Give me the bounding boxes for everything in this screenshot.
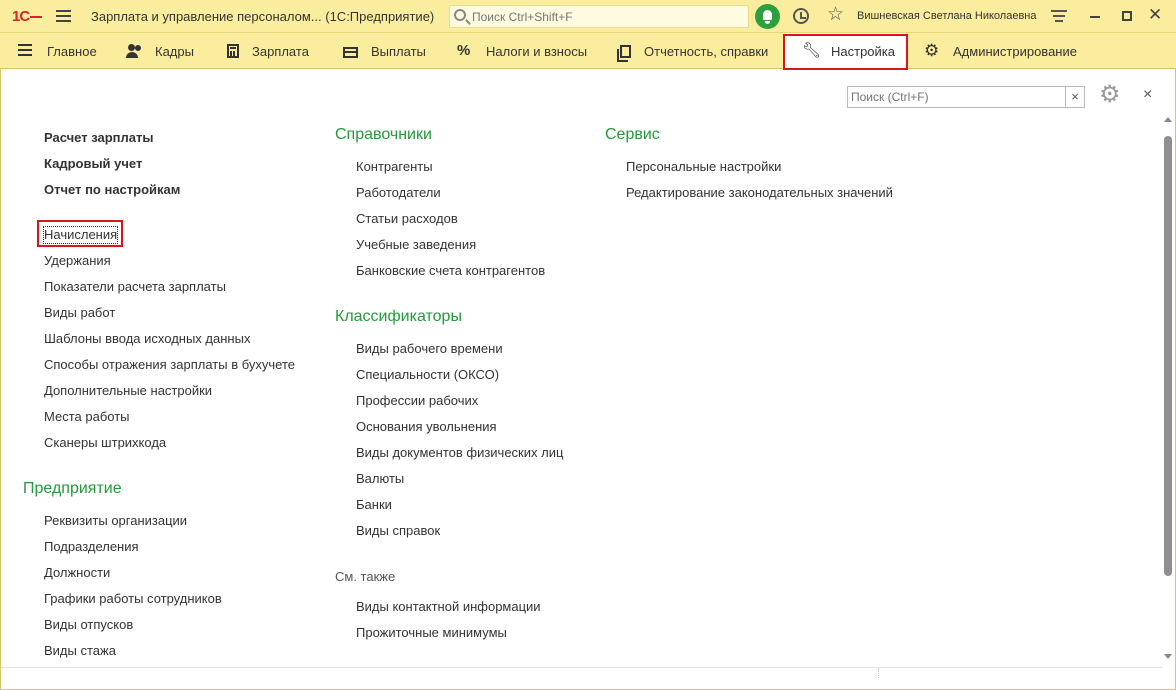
close-window-icon[interactable]: ✕ bbox=[1148, 5, 1162, 25]
link-input-templates[interactable]: Шаблоны ввода исходных данных bbox=[44, 331, 250, 347]
link-payroll-indicators[interactable]: Показатели расчета зарплаты bbox=[44, 279, 226, 295]
search-icon bbox=[454, 9, 466, 21]
history-icon[interactable] bbox=[793, 8, 809, 24]
link-counterparties[interactable]: Контрагенты bbox=[356, 159, 433, 175]
link-vacation-types[interactable]: Виды отпусков bbox=[44, 617, 133, 633]
link-additional-settings[interactable]: Дополнительные настройки bbox=[44, 383, 212, 399]
settings-highlight-frame bbox=[783, 34, 908, 70]
link-work-types[interactable]: Виды работ bbox=[44, 305, 115, 321]
scrollbar-thumb[interactable] bbox=[1164, 136, 1172, 576]
link-dismissal-reasons[interactable]: Основания увольнения bbox=[356, 419, 497, 435]
link-counterparty-bank-accounts[interactable]: Банковские счета контрагентов bbox=[356, 263, 545, 279]
link-workplaces[interactable]: Места работы bbox=[44, 409, 130, 425]
sections-panel: Главное Кадры Зарплата Выплаты % Налоги … bbox=[0, 33, 1176, 69]
global-search-input[interactable] bbox=[472, 8, 742, 25]
app-logo[interactable]: 1С bbox=[12, 8, 43, 25]
link-seniority-types[interactable]: Виды стажа bbox=[44, 643, 116, 659]
header-enterprise: Предприятие bbox=[23, 480, 122, 497]
link-deductions[interactable]: Удержания bbox=[44, 253, 111, 269]
panel-settings-gear-icon[interactable]: ⚙ bbox=[1099, 82, 1121, 108]
section-taxes[interactable]: % Налоги и взносы bbox=[457, 33, 587, 69]
section-main[interactable]: Главное bbox=[18, 33, 97, 69]
link-expense-items[interactable]: Статьи расходов bbox=[356, 211, 458, 227]
wallet-icon bbox=[343, 46, 358, 58]
maximize-icon[interactable] bbox=[1122, 11, 1132, 21]
minimize-icon[interactable] bbox=[1090, 16, 1100, 18]
link-contact-info-types[interactable]: Виды контактной информации bbox=[356, 599, 541, 615]
link-personal-settings[interactable]: Персональные настройки bbox=[626, 159, 781, 175]
link-hr-accounting[interactable]: Кадровый учет bbox=[44, 156, 142, 172]
header-classifiers: Классификаторы bbox=[335, 308, 462, 325]
link-banks[interactable]: Банки bbox=[356, 497, 392, 513]
link-settings-report[interactable]: Отчет по настройкам bbox=[44, 182, 180, 198]
reports-icon bbox=[617, 44, 631, 62]
section-label: Зарплата bbox=[252, 43, 309, 59]
link-person-document-types[interactable]: Виды документов физических лиц bbox=[356, 445, 563, 461]
link-employers[interactable]: Работодатели bbox=[356, 185, 441, 201]
section-label: Администрирование bbox=[953, 43, 1077, 59]
percent-icon: % bbox=[457, 42, 471, 59]
scroll-down-arrow-icon[interactable] bbox=[1164, 654, 1172, 659]
link-departments[interactable]: Подразделения bbox=[44, 539, 139, 555]
section-label: Выплаты bbox=[371, 43, 426, 59]
link-currencies[interactable]: Валюты bbox=[356, 471, 404, 487]
panel-search-input[interactable] bbox=[847, 86, 1066, 108]
menu-icon bbox=[18, 44, 34, 58]
notification-bell-icon[interactable] bbox=[755, 4, 780, 29]
user-name[interactable]: Вишневская Светлана Николаевна bbox=[857, 10, 1037, 22]
link-positions[interactable]: Должности bbox=[44, 565, 110, 581]
bottom-divider bbox=[0, 667, 1162, 668]
link-educational-institutions[interactable]: Учебные заведения bbox=[356, 237, 476, 253]
link-payroll-calc[interactable]: Расчет зарплаты bbox=[44, 130, 153, 146]
link-worker-professions[interactable]: Профессии рабочих bbox=[356, 393, 478, 409]
link-org-details[interactable]: Реквизиты организации bbox=[44, 513, 187, 529]
section-staff[interactable]: Кадры bbox=[126, 33, 194, 69]
link-subsistence-minimums[interactable]: Прожиточные минимумы bbox=[356, 625, 507, 641]
global-search[interactable] bbox=[449, 5, 749, 28]
scroll-up-arrow-icon[interactable] bbox=[1164, 117, 1172, 122]
header-see-also: См. также bbox=[335, 569, 396, 584]
gear-icon: ⚙ bbox=[924, 41, 940, 60]
accruals-highlight-frame bbox=[37, 220, 123, 247]
favorites-star-icon[interactable]: ☆ bbox=[827, 5, 844, 25]
section-reports[interactable]: Отчетность, справки bbox=[617, 33, 769, 69]
clear-search-icon[interactable]: × bbox=[1065, 86, 1085, 108]
link-work-schedules[interactable]: Графики работы сотрудников bbox=[44, 591, 222, 607]
section-administration[interactable]: ⚙ Администрирование bbox=[924, 33, 1077, 69]
link-work-time-types[interactable]: Виды рабочего времени bbox=[356, 341, 503, 357]
app-title: Зарплата и управление персоналом... (1С:… bbox=[91, 9, 435, 24]
main-menu-icon[interactable] bbox=[56, 10, 71, 22]
section-label: Кадры bbox=[155, 43, 194, 59]
section-salary[interactable]: Зарплата bbox=[227, 33, 309, 69]
section-payments[interactable]: Выплаты bbox=[343, 33, 426, 69]
section-label: Отчетность, справки bbox=[644, 43, 769, 59]
link-barcode-scanners[interactable]: Сканеры штрихкода bbox=[44, 435, 166, 451]
people-icon bbox=[126, 44, 142, 58]
title-bar: 1С Зарплата и управление персоналом... (… bbox=[0, 0, 1176, 33]
settings-panel: × ⚙ × Расчет зарплаты Кадровый учет Отче… bbox=[0, 70, 1176, 690]
link-accounting-reflection[interactable]: Способы отражения зарплаты в бухучете bbox=[44, 357, 295, 373]
link-certificate-types[interactable]: Виды справок bbox=[356, 523, 440, 539]
link-legislative-values[interactable]: Редактирование законодательных значений bbox=[626, 185, 893, 201]
section-label: Главное bbox=[47, 43, 97, 59]
calculator-icon bbox=[227, 44, 239, 58]
panel-close-icon[interactable]: × bbox=[1143, 87, 1152, 103]
header-references: Справочники bbox=[335, 126, 432, 143]
status-divider bbox=[878, 668, 879, 678]
section-label: Налоги и взносы bbox=[486, 43, 588, 59]
header-service: Сервис bbox=[605, 126, 660, 143]
link-specialties[interactable]: Специальности (ОКСО) bbox=[356, 367, 499, 383]
settings-menu-icon[interactable] bbox=[1051, 10, 1067, 24]
panel-search[interactable]: × bbox=[847, 86, 1087, 108]
